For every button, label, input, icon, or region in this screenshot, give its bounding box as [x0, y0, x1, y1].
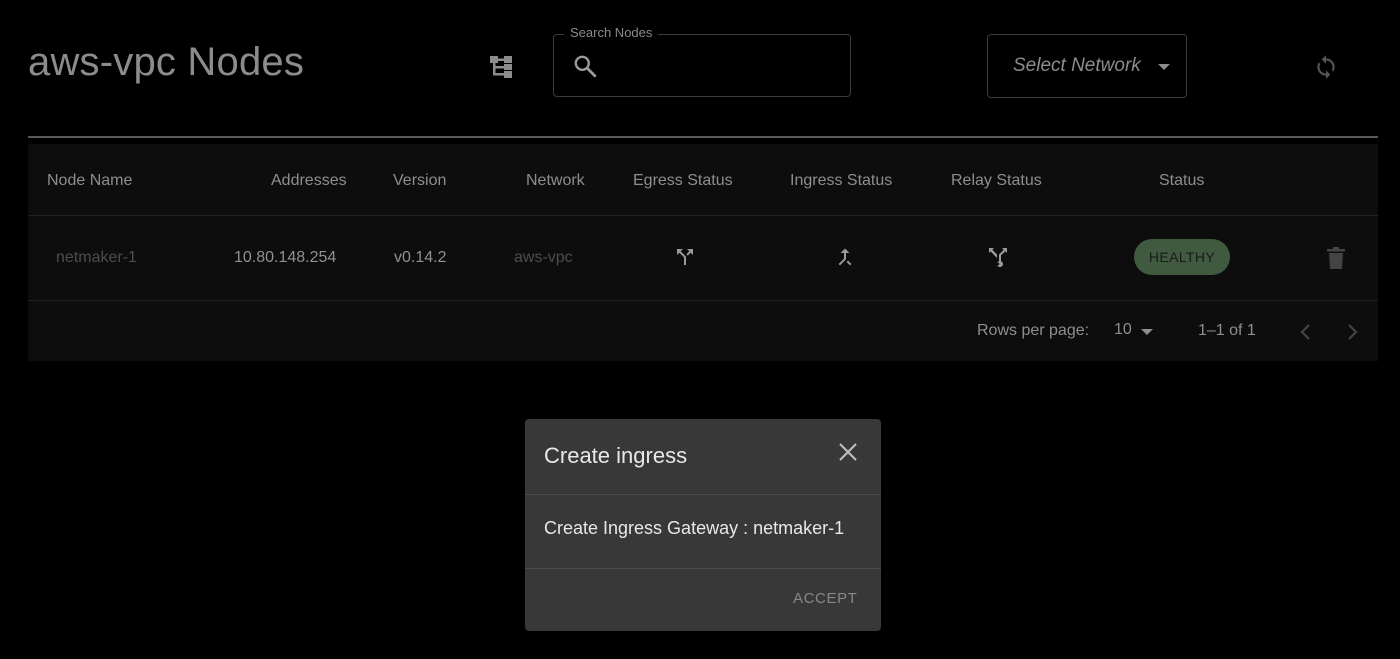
network-select[interactable]: Select Network — [987, 34, 1187, 98]
sync-icon[interactable] — [1313, 54, 1339, 80]
node-name-link[interactable]: netmaker-1 — [56, 249, 137, 267]
search-label: Search Nodes — [564, 25, 659, 40]
dialog-message: Create Ingress Gateway : netmaker-1 — [544, 518, 845, 538]
column-header-version[interactable]: Version — [393, 172, 446, 190]
nodes-table: Node Name Addresses Version Network Egre… — [28, 144, 1378, 361]
chevron-left-icon[interactable] — [1296, 321, 1316, 343]
column-header-egress-status[interactable]: Egress Status — [633, 172, 733, 190]
table-header-divider — [28, 215, 1378, 216]
node-version: v0.14.2 — [394, 249, 447, 266]
column-header-relay-status[interactable]: Relay Status — [951, 172, 1042, 190]
node-addresses: 10.80.148.254 — [234, 249, 337, 266]
status-badge: HEALTHY — [1134, 239, 1230, 275]
node-network-link[interactable]: aws-vpc — [514, 249, 573, 267]
dialog-divider — [525, 568, 881, 569]
column-header-addresses[interactable]: Addresses — [271, 172, 347, 190]
arrow-drop-down-icon — [1158, 64, 1170, 70]
rows-per-page-value[interactable]: 10 — [1114, 321, 1132, 339]
create-ingress-dialog: Create ingress Create Ingress Gateway : … — [525, 419, 881, 631]
fork-icon[interactable] — [986, 245, 1010, 269]
column-header-node-name[interactable]: Node Name — [47, 172, 132, 190]
graph-view-icon[interactable] — [488, 54, 516, 80]
accept-button[interactable]: ACCEPT — [793, 590, 857, 607]
search-input[interactable] — [610, 49, 844, 85]
close-icon[interactable] — [837, 441, 859, 463]
page-title: aws-vpc Nodes — [28, 40, 305, 84]
call-merge-icon[interactable] — [833, 245, 857, 269]
dialog-title: Create ingress — [544, 443, 688, 468]
chevron-right-icon[interactable] — [1342, 321, 1362, 343]
arrow-drop-down-icon[interactable] — [1141, 329, 1153, 335]
search-field[interactable]: Search Nodes — [553, 25, 851, 97]
rows-per-page-label: Rows per page: — [977, 322, 1090, 339]
pagination-range: 1–1 of 1 — [1198, 322, 1256, 339]
dialog-divider — [525, 494, 881, 495]
column-header-status[interactable]: Status — [1159, 172, 1204, 190]
delete-icon[interactable] — [1326, 246, 1346, 270]
column-header-network[interactable]: Network — [526, 172, 585, 190]
search-icon — [574, 55, 597, 78]
network-select-value: Select Network — [1013, 55, 1141, 76]
header-divider — [28, 136, 1378, 138]
table-row-divider — [28, 300, 1378, 301]
column-header-ingress-status[interactable]: Ingress Status — [790, 172, 892, 190]
call-split-icon[interactable] — [673, 245, 697, 269]
